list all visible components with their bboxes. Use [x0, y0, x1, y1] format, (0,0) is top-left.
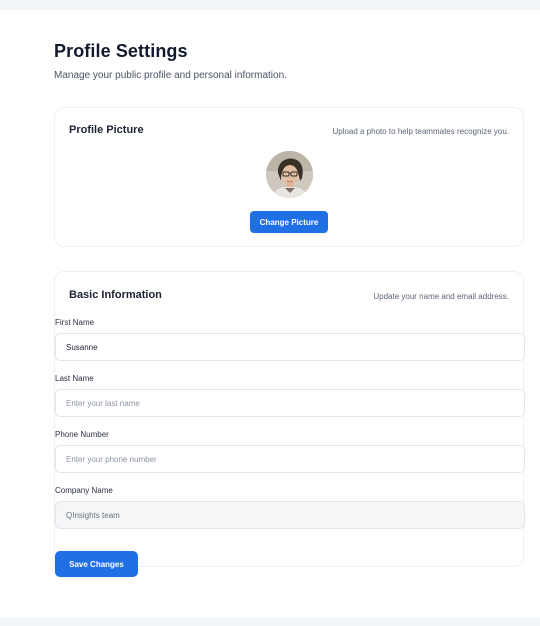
phone-number-field[interactable] — [55, 445, 525, 473]
last-name-label: Last Name — [55, 374, 94, 383]
basic-information-title: Basic Information — [69, 289, 162, 301]
profile-settings-page: Profile Settings Manage your public prof… — [0, 10, 540, 618]
profile-picture-description: Upload a photo to help teammates recogni… — [332, 127, 509, 136]
basic-information-description: Update your name and email address. — [373, 292, 509, 301]
user-photo-icon — [266, 151, 313, 198]
first-name-label: First Name — [55, 318, 95, 327]
profile-picture-title: Profile Picture — [69, 124, 144, 136]
phone-number-label: Phone Number — [55, 430, 109, 439]
profile-picture-card: Profile Picture Upload a photo to help t… — [54, 107, 524, 247]
save-changes-button[interactable]: Save Changes — [55, 551, 138, 577]
page-subtitle: Manage your public profile and personal … — [54, 70, 287, 81]
last-name-field[interactable] — [55, 389, 525, 417]
company-name-field — [55, 501, 525, 529]
basic-information-card: Basic Information Update your name and e… — [54, 271, 525, 577]
avatar — [266, 151, 313, 198]
first-name-field[interactable] — [55, 333, 525, 361]
page-title: Profile Settings — [54, 41, 188, 61]
company-name-label: Company Name — [55, 486, 113, 495]
change-picture-button[interactable]: Change Picture — [250, 211, 328, 233]
